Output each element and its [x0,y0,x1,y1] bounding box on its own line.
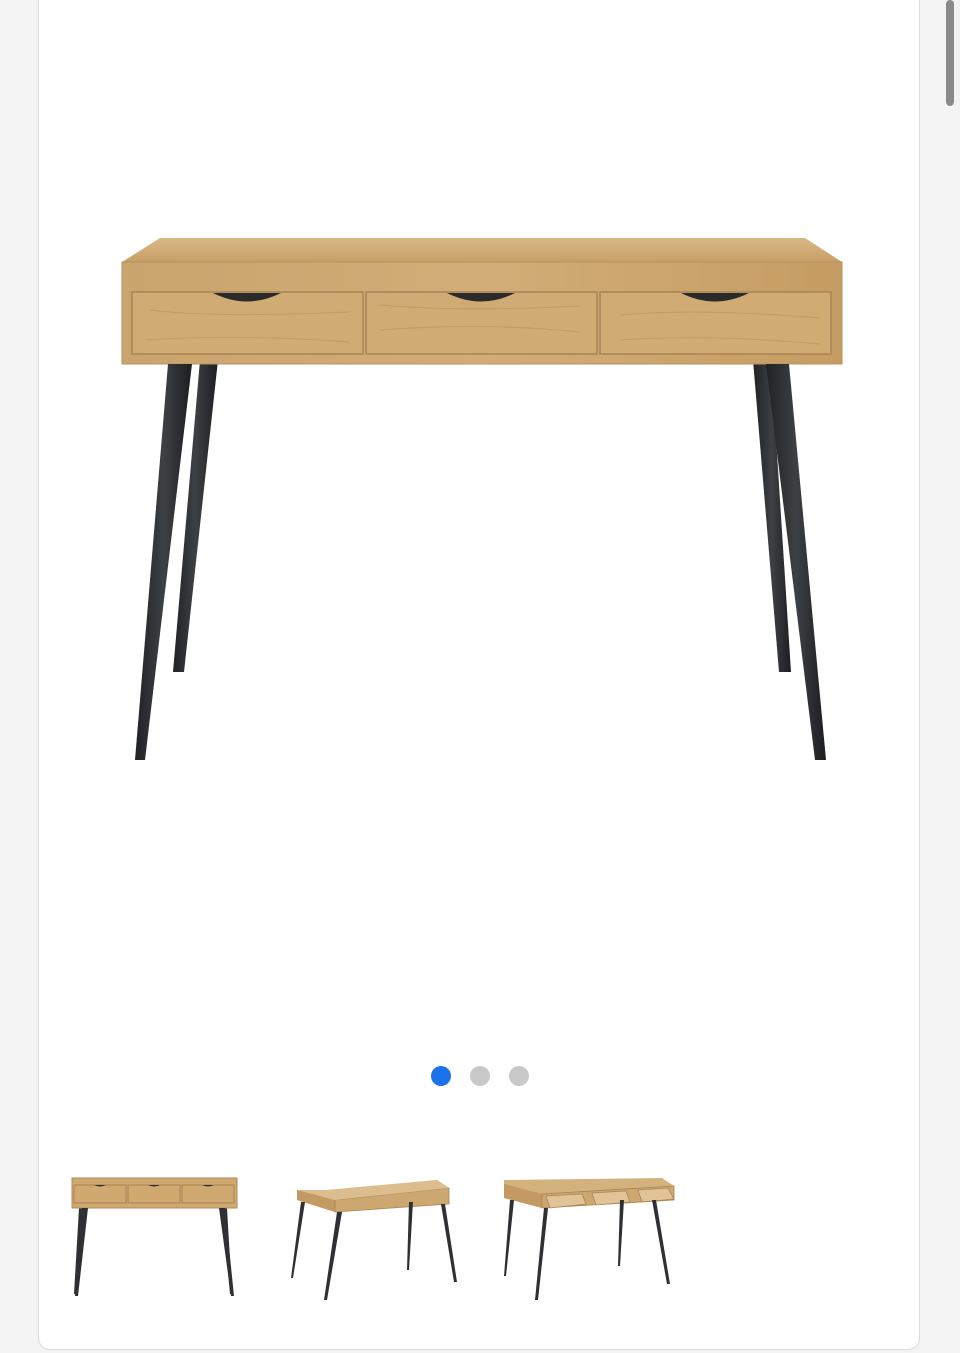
carousel-dot-1[interactable] [431,1066,451,1086]
product-page [0,0,960,1353]
carousel-pagination [0,1066,960,1088]
carousel-dot-3[interactable] [509,1066,529,1086]
carousel-dot-2[interactable] [470,1066,490,1086]
main-product-image[interactable] [60,200,900,800]
desk-drawers [131,291,832,355]
page-scrollbar[interactable] [942,0,960,1353]
thumbnail-strip [62,1160,702,1310]
desk-angled-view-thumbnail[interactable] [287,1160,477,1305]
desk-drawers-open-thumbnail[interactable] [502,1160,692,1305]
desk-front-view-thumbnail[interactable] [62,1160,252,1305]
scrollbar-thumb[interactable] [946,0,954,106]
desk-top [122,238,842,262]
